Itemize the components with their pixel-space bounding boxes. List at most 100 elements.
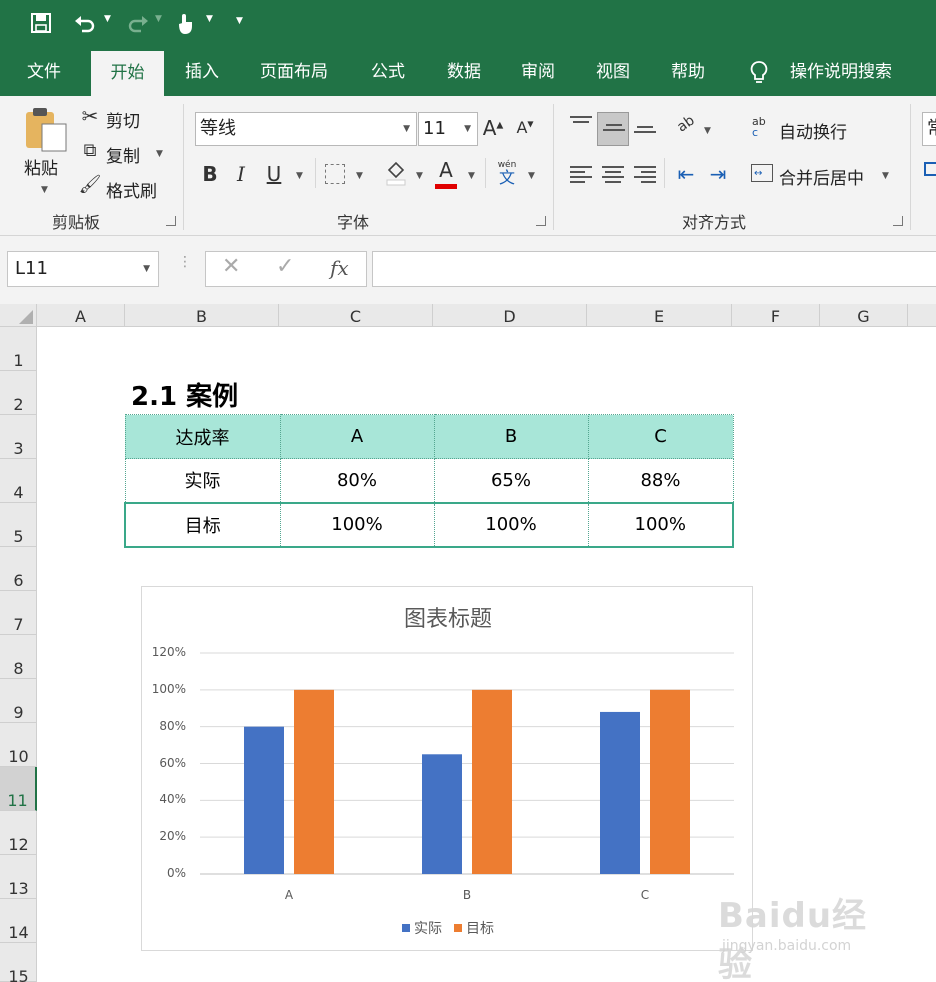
align-bottom-icon[interactable] [634, 126, 656, 144]
select-all-button[interactable] [0, 304, 37, 327]
undo-icon[interactable] [72, 12, 98, 38]
orientation-icon[interactable]: ab [672, 111, 701, 138]
row-header[interactable]: 5 [0, 503, 37, 547]
column-header[interactable]: D [433, 304, 587, 327]
row-header[interactable]: 7 [0, 591, 37, 635]
underline-dropdown-icon[interactable]: ▼ [296, 171, 303, 181]
bar-C-实际[interactable] [600, 711, 640, 874]
row-header[interactable]: 14 [0, 899, 37, 943]
row-header[interactable]: 4 [0, 459, 37, 503]
legend-item[interactable]: 实际 [402, 918, 442, 938]
wrap-text-button[interactable]: 自动换行 [779, 118, 847, 143]
bar-A-目标[interactable] [294, 689, 334, 874]
align-top-icon[interactable] [570, 116, 592, 134]
bar-A-实际[interactable] [244, 726, 284, 874]
save-icon[interactable] [29, 12, 53, 38]
border-dropdown-icon[interactable]: ▼ [356, 171, 363, 181]
column-header[interactable]: G [820, 304, 908, 327]
tab-data[interactable]: 数据 [434, 50, 494, 96]
table-cell[interactable]: 88% [587, 458, 734, 503]
undo-dropdown-icon[interactable]: ▼ [104, 14, 111, 24]
paste-icon[interactable] [22, 106, 70, 152]
merge-center-button[interactable]: 合并后居中 [779, 164, 864, 189]
conditional-format-icon[interactable] [924, 162, 936, 176]
row-header[interactable]: 9 [0, 679, 37, 723]
insert-function-icon[interactable]: fx [330, 256, 349, 280]
table-cell[interactable]: 100% [279, 501, 435, 548]
column-header[interactable]: B [125, 304, 279, 327]
alignment-launcher-icon[interactable] [893, 216, 903, 226]
enter-icon[interactable]: ✓ [276, 254, 294, 279]
sheet-title[interactable]: 2.1 案例 [131, 376, 238, 413]
tab-view[interactable]: 视图 [583, 50, 643, 96]
column-header[interactable]: E [587, 304, 732, 327]
clipboard-launcher-icon[interactable] [166, 216, 176, 226]
customize-icon[interactable]: ▼ [236, 16, 243, 26]
table-cell[interactable]: 100% [587, 501, 734, 548]
table-cell[interactable]: 达成率 [124, 414, 281, 459]
copy-button[interactable]: 复制 [106, 142, 140, 167]
merge-dropdown-icon[interactable]: ▼ [882, 171, 889, 181]
table-cell[interactable]: A [279, 414, 435, 459]
row-header-selected[interactable]: 11 [0, 767, 37, 811]
row-header[interactable]: 6 [0, 547, 37, 591]
fill-color-icon[interactable] [384, 160, 408, 191]
italic-icon[interactable]: I [230, 162, 252, 186]
tab-formulas[interactable]: 公式 [358, 50, 418, 96]
tell-me-search[interactable]: 操作说明搜索 [782, 50, 900, 96]
table-cell[interactable]: 80% [279, 458, 435, 503]
row-header[interactable]: 10 [0, 723, 37, 767]
cancel-icon[interactable]: ✕ [222, 254, 240, 279]
table-cell[interactable]: 实际 [124, 458, 281, 503]
tab-home[interactable]: 开始 [91, 51, 164, 96]
formula-input[interactable] [372, 251, 936, 287]
align-middle-button[interactable] [597, 112, 629, 146]
tab-page-layout[interactable]: 页面布局 [248, 50, 340, 96]
font-size-combo[interactable]: 11 ▼ [418, 112, 478, 146]
bar-C-目标[interactable] [650, 689, 690, 874]
bar-chart[interactable]: 图表标题 0% 20% 40% 60% 80% 100% 120% ABC 实际 目标 [141, 586, 753, 951]
chart-legend[interactable]: 实际 目标 [142, 918, 754, 938]
align-left-icon[interactable] [570, 166, 592, 184]
row-header[interactable]: 12 [0, 811, 37, 855]
tab-insert[interactable]: 插入 [172, 50, 232, 96]
paste-dropdown-icon[interactable]: ▼ [41, 185, 48, 195]
bold-icon[interactable]: B [199, 162, 221, 186]
increase-indent-icon[interactable]: ⇥ [706, 162, 730, 186]
increase-font-icon[interactable]: A▲ [482, 116, 504, 140]
column-header[interactable]: A [37, 304, 125, 327]
touch-mode-icon[interactable] [174, 12, 196, 38]
row-header[interactable]: 15 [0, 943, 37, 982]
touch-dropdown-icon[interactable]: ▼ [206, 14, 213, 24]
cut-button[interactable]: 剪切 [106, 107, 140, 132]
decrease-font-icon[interactable]: A▼ [514, 118, 536, 137]
font-color-icon[interactable]: A [434, 158, 458, 189]
table-cell[interactable]: 65% [433, 458, 589, 503]
format-painter-button[interactable]: 格式刷 [106, 177, 157, 202]
column-header[interactable]: F [732, 304, 820, 327]
row-header[interactable]: 2 [0, 371, 37, 415]
legend-item[interactable]: 目标 [454, 918, 494, 938]
font-color-dropdown-icon[interactable]: ▼ [468, 171, 475, 181]
row-header[interactable]: 1 [0, 327, 37, 371]
align-right-icon[interactable] [634, 166, 656, 184]
row-header[interactable]: 3 [0, 415, 37, 459]
number-format-combo[interactable]: 常 [922, 112, 936, 146]
orientation-dropdown-icon[interactable]: ▼ [704, 126, 711, 136]
table-cell[interactable]: B [433, 414, 589, 459]
align-center-icon[interactable] [602, 166, 624, 184]
decrease-indent-icon[interactable]: ⇤ [674, 162, 698, 186]
bar-B-目标[interactable] [472, 689, 512, 874]
tab-file[interactable]: 文件 [14, 50, 74, 96]
row-header[interactable]: 8 [0, 635, 37, 679]
column-header[interactable]: C [279, 304, 433, 327]
table-cell[interactable]: C [587, 414, 734, 459]
phonetic-icon[interactable]: wén 文 [495, 160, 519, 186]
redo-icon[interactable] [125, 12, 151, 38]
row-header[interactable]: 13 [0, 855, 37, 899]
paste-button[interactable]: 粘贴 [24, 154, 58, 179]
font-launcher-icon[interactable] [536, 216, 546, 226]
bar-B-实际[interactable] [422, 754, 462, 874]
table-cell[interactable]: 目标 [124, 501, 281, 548]
border-icon[interactable] [325, 164, 345, 184]
